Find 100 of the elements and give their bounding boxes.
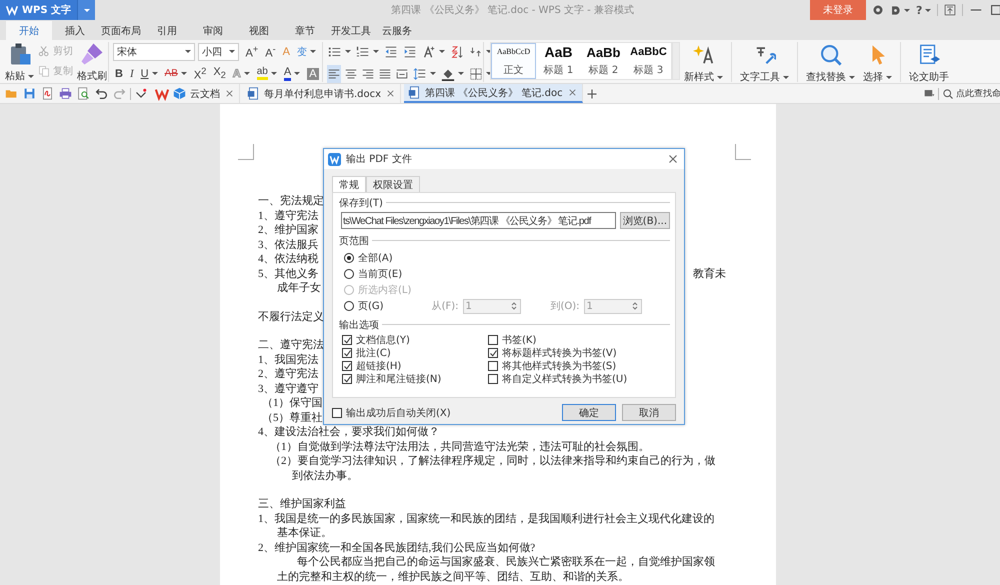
checkbox[interactable]: [342, 374, 352, 384]
radio-button[interactable]: [344, 301, 354, 311]
panel-icon[interactable]: [924, 88, 935, 99]
checkbox[interactable]: [342, 348, 352, 358]
app-icon: [328, 152, 341, 166]
format-button[interactable]: U: [138, 64, 160, 82]
checkbox[interactable]: [488, 361, 498, 371]
printer-icon[interactable]: [59, 87, 72, 100]
sort-icon[interactable]: [450, 44, 464, 58]
undo-icon[interactable]: [95, 87, 108, 100]
ribbon-tab[interactable]: 页面布局: [98, 21, 144, 40]
format-button[interactable]: ab: [254, 64, 279, 82]
checkbox[interactable]: [342, 361, 352, 371]
close-icon[interactable]: [385, 88, 396, 99]
format-button[interactable]: I: [128, 64, 136, 82]
format-button[interactable]: A$^{+}$: [244, 42, 260, 60]
cancel-button[interactable]: 取消: [622, 404, 676, 421]
document-text: （2）要自觉学习法律知识，了解法律程序规定，同时，以法律来指导和约束自己的行为，做: [270, 454, 716, 468]
document-tab[interactable]: 云文档: [151, 84, 240, 103]
align-left-button[interactable]: [327, 64, 341, 82]
search-icon: [820, 44, 842, 66]
print-preview-icon[interactable]: [77, 87, 90, 100]
scissors-icon: [38, 45, 50, 57]
paragraph-marks-icon[interactable]: [469, 44, 483, 58]
close-icon[interactable]: [224, 88, 235, 99]
format-button[interactable]: AB: [162, 64, 189, 82]
group-label: 输出选项: [339, 318, 379, 332]
tool-button[interactable]: 论文助手: [905, 42, 953, 82]
format-button[interactable]: B: [113, 64, 125, 82]
decrease-indent-icon[interactable]: [384, 44, 398, 58]
tool-button[interactable]: 文字工具: [736, 42, 793, 82]
tool-button[interactable]: 新样式: [680, 42, 727, 82]
ribbon-tab[interactable]: 审阅: [190, 21, 236, 40]
radio-button[interactable]: [344, 253, 354, 263]
ribbon-tab[interactable]: 开发工具: [328, 21, 374, 40]
numbered-list-icon[interactable]: [356, 44, 370, 58]
document-tab[interactable]: 第四课 《公民义务》 笔记.doc: [404, 84, 583, 103]
document-text: 到依法办事。: [292, 468, 358, 483]
style-option[interactable]: AaBb 标题 2: [581, 43, 626, 79]
path-field[interactable]: ts\WeChat Files\zengxiaoy1\Files\第四课 《公民义务》 笔记.pdf: [341, 212, 616, 229]
close-icon[interactable]: [566, 87, 578, 98]
borders-icon[interactable]: [469, 66, 483, 80]
ribbon-tab[interactable]: 章节: [282, 21, 328, 40]
save-icon[interactable]: [23, 87, 36, 100]
paste-button[interactable]: 粘贴: [4, 42, 35, 82]
font-name-dropdown[interactable]: 宋体: [113, 42, 196, 60]
document-text: 2、遵守宪法: [258, 367, 318, 382]
checkbox[interactable]: [342, 335, 352, 345]
document-tab[interactable]: 每月单付利息申请书.docx: [243, 84, 402, 103]
app-menu-button[interactable]: WPS 文字: [0, 0, 78, 20]
document-text: 教育未: [693, 266, 726, 281]
logo-icon: [6, 4, 18, 16]
format-painter-button[interactable]: 格式刷: [76, 42, 108, 82]
document-text: 2、维护国家统一和全国各民族团结,我们公民应当如何做?: [258, 540, 536, 555]
copy-icon: [38, 65, 50, 77]
group-label: 保存到(T): [339, 196, 383, 210]
browse-button[interactable]: 浏览(B)...: [620, 212, 670, 229]
checkbox[interactable]: [488, 348, 498, 358]
help-button[interactable]: ?: [916, 4, 932, 16]
pdf-icon[interactable]: [41, 87, 54, 100]
format-button[interactable]: A$^{-}$: [263, 42, 278, 60]
maximize-icon[interactable]: [989, 3, 1000, 17]
logo-icon: [155, 86, 169, 100]
app-menu-dropdown[interactable]: [77, 0, 96, 20]
checkbox[interactable]: [332, 408, 342, 418]
dialog-tab[interactable]: 常规: [332, 176, 366, 192]
line-spacing-icon[interactable]: [413, 66, 427, 80]
format-button[interactable]: 变: [295, 42, 318, 60]
format-button[interactable]: X$_{2}$: [211, 64, 228, 82]
style-option[interactable]: AaBbCcD 正文: [491, 43, 536, 79]
document-text: （5）尊重社: [262, 410, 322, 425]
ribbon-tab[interactable]: 开始: [6, 21, 52, 40]
checkbox[interactable]: [488, 335, 498, 345]
sparkle-text-icon: [692, 44, 714, 66]
font-size-dropdown[interactable]: 小四: [198, 42, 239, 60]
dialog-tab[interactable]: 权限设置: [366, 176, 420, 192]
ok-button[interactable]: 确定: [562, 404, 616, 421]
text-size-icon[interactable]: [422, 44, 436, 58]
style-option[interactable]: AaBbC 标题 3: [626, 43, 671, 79]
checkbox-label: 文档信息(Y): [356, 334, 410, 347]
pin-window-icon[interactable]: [944, 4, 956, 16]
new-tab-icon[interactable]: [586, 88, 598, 100]
document-text: （1）保守国: [262, 396, 322, 410]
gallery-scrollbar[interactable]: [672, 42, 680, 80]
ribbon-tab[interactable]: 视图: [236, 21, 282, 40]
ribbon-tab[interactable]: 引用: [144, 21, 190, 40]
ribbon-tab[interactable]: 云服务: [374, 21, 420, 40]
checkbox[interactable]: [488, 374, 498, 384]
format-button[interactable]: X$^{2}$: [192, 64, 208, 82]
increase-indent-icon[interactable]: [403, 44, 417, 58]
format-button[interactable]: A: [282, 64, 302, 82]
radio-button[interactable]: [344, 269, 354, 279]
tool-button[interactable]: 查找替换: [802, 42, 859, 82]
document-text: 4、建设法治社会，要求我们如何做？: [258, 425, 440, 440]
ribbon-tab[interactable]: 插入: [52, 21, 98, 40]
style-option[interactable]: AaB 标题 1: [536, 43, 581, 79]
tool-button[interactable]: 选择: [859, 42, 896, 82]
null: [488, 348, 498, 358]
document-menu-button[interactable]: [890, 4, 910, 16]
bullet-list-icon[interactable]: [328, 44, 342, 58]
